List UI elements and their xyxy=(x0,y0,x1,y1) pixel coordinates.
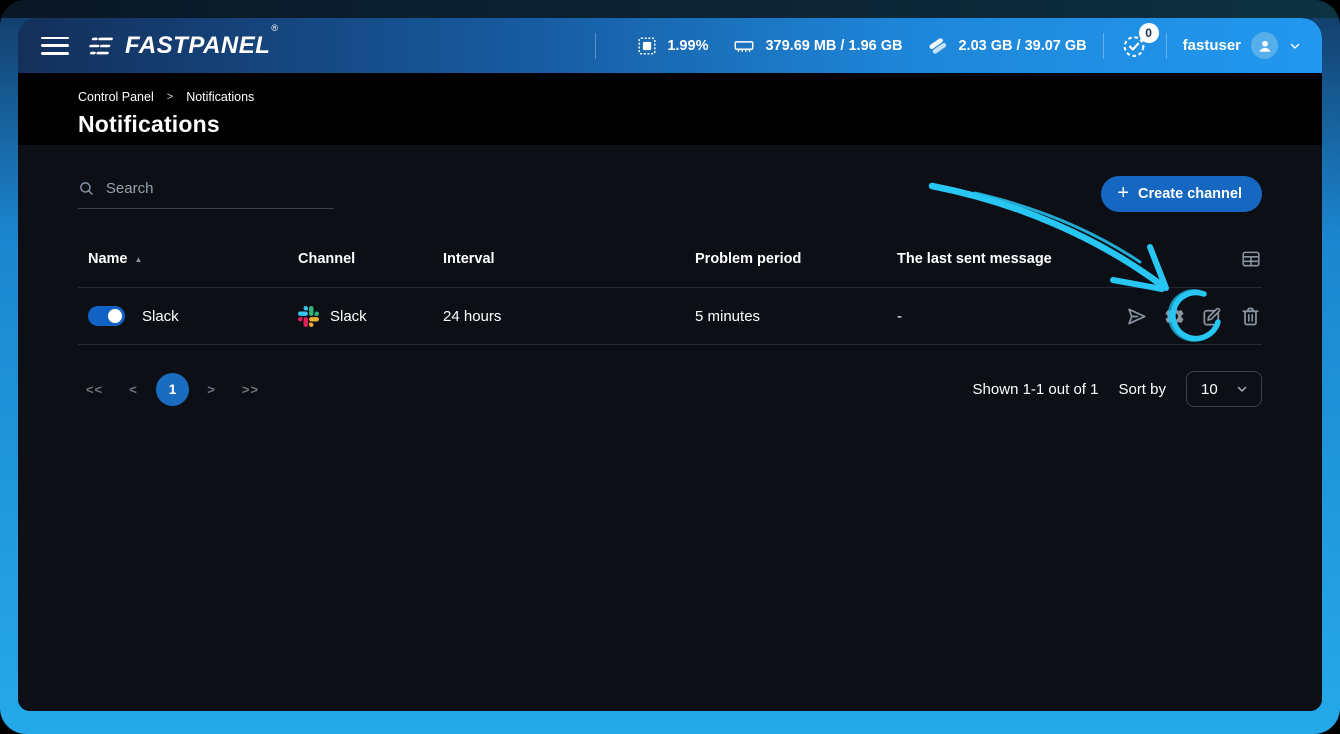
ram-value: 379.69 MB / 1.96 GB xyxy=(765,38,902,54)
column-header-channel: Channel xyxy=(298,251,443,267)
breadcrumb-separator: > xyxy=(167,91,173,103)
chevron-down-icon xyxy=(1288,39,1302,53)
table-row: Slack Slack 24 hours 5 minutes - xyxy=(78,287,1262,345)
breadcrumb: Control Panel > Notifications xyxy=(78,90,1262,104)
column-header-last-message: The last sent message xyxy=(897,251,1104,267)
pagination-bar: << < 1 > >> Shown 1-1 out of 1 Sort by 1… xyxy=(78,371,1262,407)
table-header: Name ▲ Channel Interval Problem period T… xyxy=(78,248,1262,287)
table-columns-icon xyxy=(1240,248,1262,270)
last-page-button[interactable]: >> xyxy=(234,373,267,406)
person-icon xyxy=(1256,37,1274,55)
tasks-count-badge: 0 xyxy=(1139,23,1159,43)
sort-by-label: Sort by xyxy=(1118,381,1166,398)
cpu-icon xyxy=(636,35,658,57)
background-tasks-button[interactable]: 0 xyxy=(1120,32,1148,60)
column-header-interval: Interval xyxy=(443,251,695,267)
cell-problem-period: 5 minutes xyxy=(695,308,897,325)
create-channel-label: Create channel xyxy=(1138,186,1242,202)
cell-name: Slack xyxy=(78,306,298,326)
nav-divider xyxy=(1166,33,1167,59)
channel-enabled-toggle[interactable] xyxy=(88,306,125,326)
nav-divider xyxy=(595,33,596,59)
sort-asc-icon: ▲ xyxy=(135,255,143,264)
search-field[interactable] xyxy=(78,179,334,209)
column-header-name[interactable]: Name ▲ xyxy=(78,251,298,267)
cpu-value: 1.99% xyxy=(667,38,708,54)
disk-stat: 2.03 GB / 39.07 GB xyxy=(926,34,1086,57)
slack-icon xyxy=(298,306,319,327)
create-channel-button[interactable]: + Create channel xyxy=(1101,176,1262,212)
hamburger-menu-icon[interactable] xyxy=(40,35,70,57)
disk-value: 2.03 GB / 39.07 GB xyxy=(958,38,1086,54)
cell-interval: 24 hours xyxy=(443,308,695,325)
brand-text: FASTPANEL® xyxy=(125,32,277,60)
row-actions xyxy=(1104,305,1262,328)
disk-icon xyxy=(926,34,949,57)
frame-top-strip xyxy=(0,0,1340,18)
user-menu[interactable]: fastuser xyxy=(1183,32,1302,59)
prev-page-button[interactable]: < xyxy=(117,373,150,406)
nav-divider xyxy=(1103,33,1104,59)
trash-icon xyxy=(1239,305,1262,328)
pager: << < 1 > >> xyxy=(78,373,267,406)
page-header: Control Panel > Notifications Notificati… xyxy=(18,73,1322,145)
window-frame: FASTPANEL® 1.99% 379.69 MB / 1.96 GB xyxy=(0,0,1340,734)
page-size-value: 10 xyxy=(1201,381,1218,398)
send-test-button[interactable] xyxy=(1125,305,1148,328)
first-page-button[interactable]: << xyxy=(78,373,111,406)
pager-right: Shown 1-1 out of 1 Sort by 10 xyxy=(973,371,1262,407)
cell-channel: Slack xyxy=(298,306,443,327)
channel-name: Slack xyxy=(142,308,179,325)
ram-stat: 379.69 MB / 1.96 GB xyxy=(732,35,902,57)
next-page-button[interactable]: > xyxy=(195,373,228,406)
fastpanel-slider-icon xyxy=(88,33,116,59)
edit-icon xyxy=(1201,305,1224,328)
chevron-down-icon xyxy=(1235,382,1249,396)
main-content: + Create channel Name ▲ Channel Interval… xyxy=(18,145,1322,711)
column-header-problem-period: Problem period xyxy=(695,251,897,267)
cell-last-message: - xyxy=(897,308,1104,325)
send-icon xyxy=(1125,305,1148,328)
page-1-button[interactable]: 1 xyxy=(156,373,189,406)
search-input[interactable] xyxy=(106,180,334,197)
breadcrumb-notifications[interactable]: Notifications xyxy=(186,90,254,104)
registered-mark: ® xyxy=(271,23,278,33)
ram-icon xyxy=(732,35,756,57)
column-settings-button[interactable] xyxy=(1240,248,1262,270)
search-icon xyxy=(78,179,95,198)
top-navbar: FASTPANEL® 1.99% 379.69 MB / 1.96 GB xyxy=(18,18,1322,73)
cpu-stat: 1.99% xyxy=(636,35,708,57)
avatar xyxy=(1251,32,1278,59)
gear-icon xyxy=(1163,305,1186,328)
settings-button[interactable] xyxy=(1163,305,1186,328)
page-title: Notifications xyxy=(78,111,1262,138)
delete-button[interactable] xyxy=(1239,305,1262,328)
breadcrumb-control-panel[interactable]: Control Panel xyxy=(78,90,154,104)
brand-logo[interactable]: FASTPANEL® xyxy=(88,32,277,60)
edit-button[interactable] xyxy=(1201,305,1224,328)
fastpanel-app: FASTPANEL® 1.99% 379.69 MB / 1.96 GB xyxy=(18,18,1322,711)
toolbar: + Create channel xyxy=(78,176,1262,212)
page-size-select[interactable]: 10 xyxy=(1186,371,1262,407)
username-label: fastuser xyxy=(1183,37,1241,54)
toggle-knob xyxy=(108,309,122,323)
channel-type: Slack xyxy=(330,308,367,325)
shown-summary: Shown 1-1 out of 1 xyxy=(973,381,1099,398)
plus-icon: + xyxy=(1117,183,1129,203)
